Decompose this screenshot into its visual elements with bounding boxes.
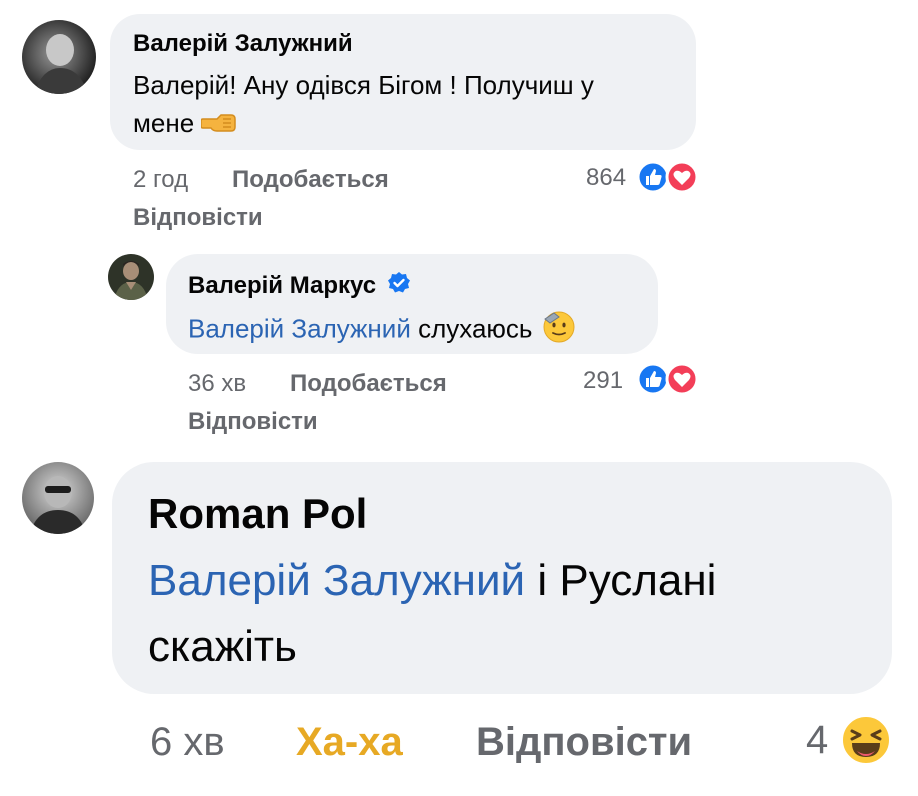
love-reaction-icon — [665, 362, 699, 396]
reaction-icons[interactable] — [636, 362, 700, 396]
reaction-icons[interactable] — [636, 160, 700, 194]
comment-author[interactable]: Валерій Маркус — [188, 271, 411, 302]
verified-badge-icon — [387, 271, 411, 302]
comment-text: Валерій Залужний слухаюсь — [188, 310, 576, 351]
reaction-count[interactable]: 291 — [583, 367, 623, 395]
love-reaction-icon — [665, 160, 699, 194]
comment-author-name: Валерій Маркус — [188, 271, 377, 299]
reply-button[interactable]: Відповісти — [133, 204, 263, 232]
reaction-count[interactable]: 864 — [586, 164, 626, 192]
pointing-fist-icon — [200, 110, 237, 141]
reply-button[interactable]: Відповісти — [188, 408, 318, 436]
like-reaction-icon — [636, 160, 670, 194]
comment-text-fragment: мене — [133, 108, 195, 138]
comment-time[interactable]: 2 год — [133, 166, 188, 194]
comment-text-line-2: скажіть — [148, 622, 297, 671]
like-button[interactable]: Подобається — [290, 370, 447, 398]
comment-text: Валерій Залужний і Руслані — [148, 556, 716, 606]
comment-text-fragment: слухаюсь — [410, 313, 533, 344]
avatar-valerii-zaluzhnyi[interactable] — [22, 20, 96, 94]
reply-button[interactable]: Відповісти — [476, 720, 692, 765]
reaction-count[interactable]: 4 — [806, 718, 828, 763]
haha-reaction-button[interactable]: Ха-ха — [296, 720, 403, 765]
avatar-roman-pol[interactable] — [22, 462, 94, 534]
saluting-face-icon — [542, 310, 576, 351]
comment-text: Валерій! Ану одівся Бігом ! Получиш у — [133, 70, 594, 100]
comment-text-fragment: і Руслані — [525, 556, 717, 605]
comment-time[interactable]: 36 хв — [188, 370, 246, 398]
comment-author[interactable]: Roman Pol — [148, 490, 367, 538]
haha-reaction-icon — [841, 715, 891, 765]
mention-link[interactable]: Валерій Залужний — [148, 556, 525, 605]
mention-link[interactable]: Валерій Залужний — [188, 313, 411, 343]
comment-author[interactable]: Валерій Залужний — [133, 30, 353, 58]
comment-text-line-2: мене — [133, 108, 237, 141]
avatar-valerii-markus[interactable] — [108, 254, 154, 300]
reaction-icons[interactable] — [840, 714, 892, 766]
like-reaction-icon — [636, 362, 670, 396]
comment-time[interactable]: 6 хв — [150, 720, 225, 765]
like-button[interactable]: Подобається — [232, 166, 389, 194]
